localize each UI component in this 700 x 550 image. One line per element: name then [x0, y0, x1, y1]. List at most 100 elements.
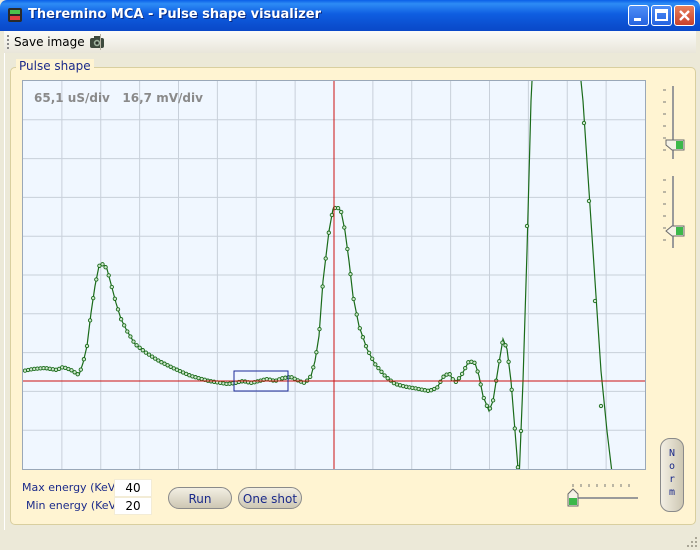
sample-point — [140, 348, 145, 353]
sample-point — [345, 246, 350, 252]
sample-point — [512, 426, 517, 431]
sample-point — [122, 323, 127, 328]
sample-point — [317, 326, 322, 332]
sample-point — [472, 360, 477, 365]
sample-point — [524, 223, 530, 229]
sample-point — [354, 312, 359, 317]
minimize-button[interactable] — [628, 5, 649, 26]
max-energy-label: Max energy (KeV) — [22, 481, 120, 494]
sample-point — [370, 356, 375, 361]
sample-point — [311, 365, 316, 370]
sample-point — [487, 406, 493, 411]
norm-label: N o r m — [668, 448, 676, 498]
sample-point — [490, 398, 496, 403]
scale-readout: 65,1 uS/div 16,7 mV/div — [34, 91, 203, 105]
sample-point — [515, 465, 521, 470]
sample-point — [478, 382, 483, 387]
one-shot-button[interactable]: One shot — [238, 487, 302, 509]
sample-point — [450, 377, 455, 382]
sample-point — [459, 371, 465, 377]
sample-point — [351, 296, 356, 302]
run-button[interactable]: Run — [168, 487, 232, 509]
sample-point — [75, 372, 80, 377]
toolbar-separator — [100, 34, 101, 50]
sample-point — [326, 230, 331, 235]
sample-point — [112, 296, 118, 301]
sample-point — [366, 350, 372, 356]
vertical-slider-1[interactable] — [658, 84, 688, 164]
sample-point — [109, 284, 114, 290]
sample-point — [463, 365, 468, 371]
sample-point — [78, 367, 83, 372]
sample-point — [484, 403, 490, 408]
sample-point — [106, 273, 111, 278]
sample-point — [323, 256, 328, 261]
slider-tick-marks — [572, 484, 630, 487]
sample-point — [103, 265, 108, 270]
norm-button[interactable]: N o r m — [660, 438, 684, 512]
vertical-slider-2[interactable] — [658, 172, 688, 252]
sample-point — [385, 376, 390, 381]
sample-point — [134, 343, 139, 348]
sample-point — [581, 120, 587, 126]
toolbar-grip[interactable] — [7, 35, 12, 49]
sample-point — [447, 372, 452, 377]
sample-point — [586, 198, 592, 204]
sample-point — [84, 343, 90, 349]
sample-point — [592, 298, 598, 304]
camera-icon — [89, 36, 104, 48]
sample-point — [481, 395, 486, 401]
sample-point — [314, 350, 319, 355]
maximize-icon — [655, 9, 668, 21]
sample-point — [118, 317, 124, 322]
sample-point — [475, 369, 480, 374]
sample-point — [100, 262, 105, 267]
sample-point — [115, 307, 121, 312]
sample-point — [335, 205, 341, 211]
max-energy-input[interactable]: 40 — [114, 479, 152, 497]
pulse-plot-canvas[interactable] — [22, 60, 645, 482]
resize-grip-icon[interactable] — [686, 536, 698, 548]
close-icon — [679, 10, 690, 21]
group-title: Pulse shape — [16, 59, 94, 73]
min-energy-input[interactable]: 20 — [114, 497, 152, 515]
sample-point — [81, 357, 87, 362]
sample-point — [500, 340, 505, 345]
minimize-icon — [634, 18, 641, 21]
sample-point — [329, 212, 335, 218]
sample-point — [373, 362, 378, 367]
sample-point — [94, 277, 99, 282]
sample-point — [339, 209, 344, 215]
save-image-label: Save image — [14, 35, 85, 49]
app-icon — [8, 8, 22, 22]
sample-point — [518, 428, 524, 434]
sample-point — [357, 326, 362, 331]
maximize-button[interactable] — [651, 5, 672, 26]
min-energy-label: Min energy (KeV) — [26, 499, 121, 512]
sample-point — [87, 318, 93, 323]
sample-point — [348, 271, 353, 277]
status-bar — [0, 530, 700, 550]
sample-point — [435, 385, 440, 390]
sample-point — [320, 284, 325, 289]
horizontal-slider[interactable] — [564, 480, 644, 510]
sample-point — [598, 403, 604, 409]
save-image-button[interactable]: Save image — [14, 33, 105, 51]
sample-point — [342, 225, 347, 230]
pulse-plot[interactable] — [22, 60, 646, 482]
sample-point — [131, 339, 136, 344]
close-button[interactable] — [674, 5, 695, 26]
sample-point — [506, 359, 511, 364]
sample-point — [363, 343, 369, 349]
sample-point — [503, 343, 508, 348]
sample-point — [128, 334, 133, 339]
title-bar[interactable]: Theremino MCA - Pulse shape visualizer — [0, 0, 700, 31]
sample-point — [379, 369, 384, 374]
sample-point — [137, 345, 142, 350]
sample-point — [509, 387, 514, 392]
main-window: Theremino MCA - Pulse shape visualizer S… — [0, 0, 700, 550]
sample-point — [497, 359, 502, 364]
sample-point — [308, 374, 313, 380]
toolbar: Save image — [4, 31, 696, 54]
sample-point — [382, 373, 387, 378]
